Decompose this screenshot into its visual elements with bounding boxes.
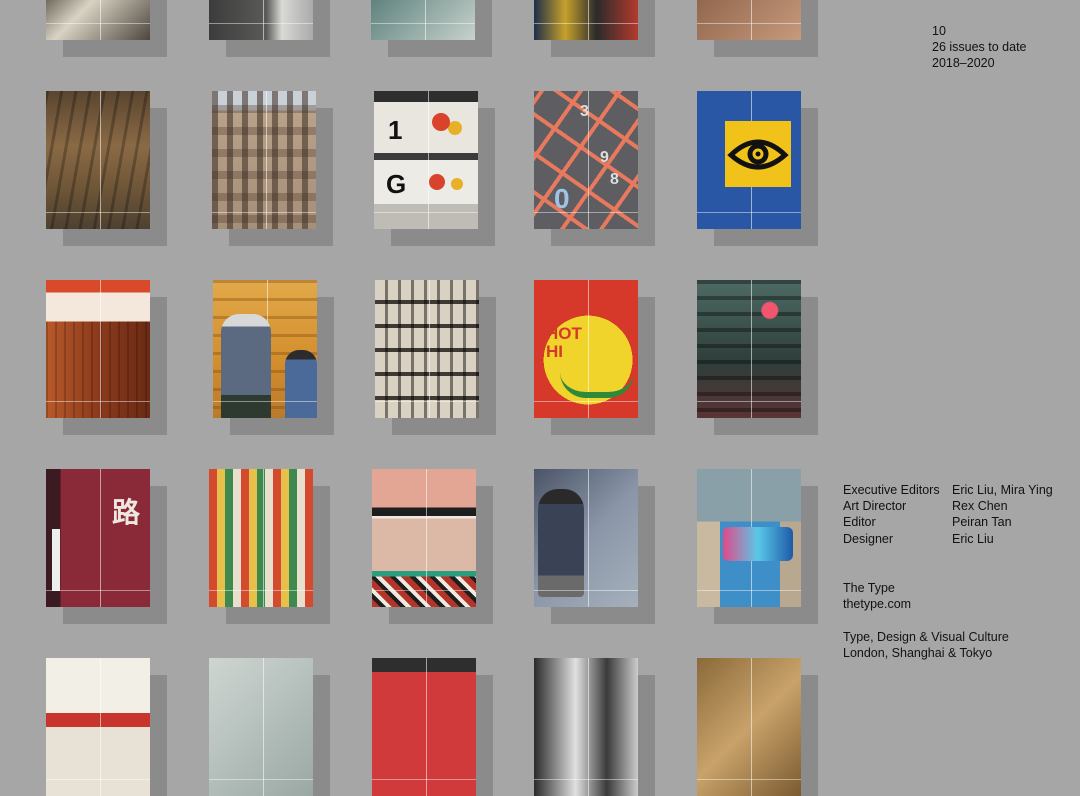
cover-grid: 1 G 9 0 8 3 HOT HI 路 [0, 0, 830, 796]
cover-chinese-signboards[interactable] [375, 280, 479, 418]
credit-person: Peiran Tan [952, 515, 1012, 530]
pavement-digit-9: 9 [600, 149, 609, 166]
cover-street-person[interactable] [209, 0, 313, 40]
issues-to-date: 26 issues to date [932, 40, 1027, 55]
credits: Executive Editors Eric Liu, Mira Ying Ar… [843, 482, 1073, 547]
eye-icon [725, 121, 791, 187]
cover-brown-texture[interactable] [697, 658, 801, 796]
credit-role: Editor [843, 515, 876, 530]
pavement-digit-0: 0 [554, 183, 570, 214]
credit-row: Editor Peiran Tan [843, 514, 1073, 530]
road-character: 路 [112, 496, 141, 529]
green-swoosh [560, 372, 634, 398]
credit-row: Designer Eric Liu [843, 531, 1073, 547]
sign-number-one: 1 [388, 115, 403, 145]
pavement-digit-3: 3 [580, 103, 589, 120]
tagline: Type, Design & Visual Culture London, Sh… [843, 629, 1009, 661]
cover-chinese-signs[interactable] [46, 658, 150, 796]
sign-letter-g: G [386, 169, 407, 199]
tagline-cities: London, Shanghai & Tokyo [843, 646, 993, 661]
issue-info: 10 26 issues to date 2018–2020 [932, 23, 1027, 72]
publication-name: The Type [843, 581, 895, 595]
cover-ornament-metal[interactable] [46, 0, 150, 40]
cover-pale-sign[interactable] [209, 658, 313, 796]
cover-hot-sign[interactable]: HOT HI [534, 280, 638, 418]
road-arrow [52, 529, 60, 591]
credit-person: Eric Liu, Mira Ying [952, 483, 1053, 497]
cover-graffiti-gate[interactable] [697, 469, 801, 607]
person-figure [538, 489, 584, 597]
credit-row: Art Director Rex Chen [843, 498, 1073, 514]
cover-pavement-numbers[interactable]: 9 0 8 3 [534, 91, 638, 229]
cover-red-shutter[interactable] [372, 658, 476, 796]
pavement-digit-8: 8 [610, 171, 619, 188]
credit-person: Eric Liu [952, 531, 994, 546]
cover-number-signs[interactable]: 1 G [374, 91, 478, 229]
credit-role: Art Director [843, 499, 907, 514]
cover-teal-sign[interactable] [371, 0, 475, 40]
cover-road-chinese[interactable]: 路 [46, 469, 150, 607]
issue-years: 2018–2020 [932, 56, 995, 71]
cover-painting-sign[interactable] [213, 280, 317, 418]
cover-eye-symbol[interactable] [697, 91, 801, 229]
cover-road-marking[interactable] [697, 0, 801, 40]
publication-url[interactable]: thetype.com [843, 596, 911, 612]
cover-tools[interactable] [46, 91, 150, 229]
credit-row: Executive Editors Eric Liu, Mira Ying [843, 482, 1073, 498]
publication: The Type thetype.com [843, 580, 911, 612]
cover-shop-shelves[interactable] [209, 469, 313, 607]
graffiti [723, 527, 793, 561]
sign-text-hi: HI [546, 342, 563, 361]
person-figure [285, 350, 317, 418]
cover-wooden-type[interactable] [46, 280, 150, 418]
cover-building[interactable] [212, 91, 316, 229]
tagline-topic: Type, Design & Visual Culture [843, 630, 1009, 644]
sign-text-hot: HOT [546, 324, 582, 343]
person-figure [221, 314, 271, 418]
cover-street-painter[interactable] [534, 469, 638, 607]
cover-neon-street[interactable] [697, 280, 801, 418]
cover-bw-street[interactable] [534, 658, 638, 796]
cover-arabic-tiles[interactable] [372, 469, 476, 607]
cover-shop-window[interactable] [534, 0, 638, 40]
issue-number: 10 [932, 24, 946, 38]
credit-role: Designer [843, 531, 894, 546]
credit-person: Rex Chen [952, 499, 1008, 514]
flower-decoration [432, 113, 450, 131]
credit-role: Executive Editors [843, 483, 940, 497]
